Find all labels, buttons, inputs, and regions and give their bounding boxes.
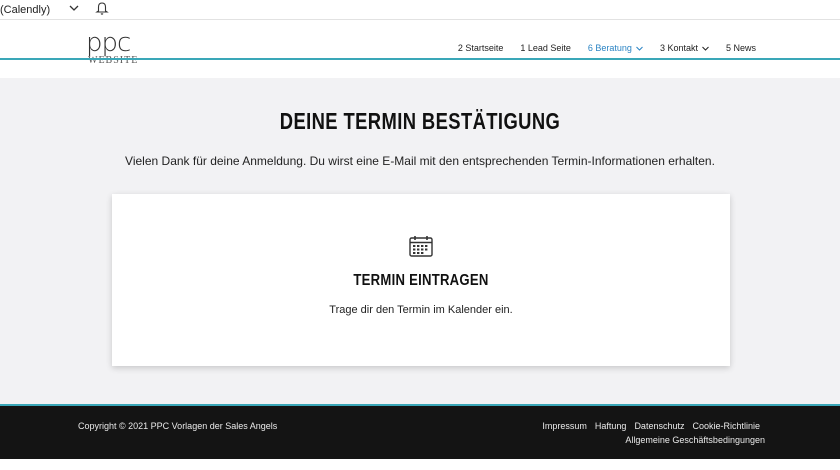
nav-item-beratung[interactable]: 6 Beratung bbox=[588, 43, 643, 53]
page-bottom bbox=[0, 459, 840, 470]
site-logo[interactable]: ppc WEBSITE bbox=[86, 30, 146, 68]
nav-label: 6 Beratung bbox=[587, 43, 632, 53]
footer-link-impressum[interactable]: Impressum bbox=[542, 421, 587, 431]
page-title: DEINE TERMIN BESTÄTIGUNG bbox=[279, 108, 561, 134]
chevron-down-icon bbox=[702, 46, 709, 51]
chevron-down-icon[interactable] bbox=[68, 1, 80, 15]
footer-links: Impressum Haftung Datenschutz Cookie-Ric… bbox=[534, 421, 760, 431]
footer-link-agb[interactable]: Allgemeine Geschäftsbedingungen bbox=[625, 435, 765, 445]
chevron-down-icon bbox=[636, 46, 643, 51]
browser-extension-bar: (Calendly) bbox=[0, 0, 840, 20]
site-footer: Copyright © 2021 PPC Vorlagen der Sales … bbox=[0, 406, 840, 459]
main-navigation: 2 Startseite 1 Lead Seite 6 Beratung 3 K… bbox=[441, 43, 756, 53]
nav-label: 2 Startseite bbox=[457, 43, 504, 53]
copyright-text: Copyright © 2021 PPC Vorlagen der Sales … bbox=[78, 421, 278, 431]
nav-item-news[interactable]: 5 News bbox=[726, 43, 756, 53]
bell-icon[interactable] bbox=[95, 0, 109, 16]
nav-item-lead-seite[interactable]: 1 Lead Seite bbox=[520, 43, 571, 53]
confirmation-message: Vielen Dank für deine Anmeldung. Du wirs… bbox=[125, 154, 715, 168]
context-label[interactable]: (Calendly) bbox=[0, 4, 50, 16]
nav-label: 3 Kontakt bbox=[659, 43, 698, 53]
nav-item-startseite[interactable]: 2 Startseite bbox=[458, 43, 504, 53]
logo-mark: ppc bbox=[86, 28, 131, 58]
footer-link-cookie-richtlinie[interactable]: Cookie-Richtlinie bbox=[692, 421, 760, 431]
nav-label: 5 News bbox=[725, 43, 756, 53]
card-description: Trage dir den Termin im Kalender ein. bbox=[329, 304, 513, 316]
add-to-calendar-card[interactable]: TERMIN EINTRAGEN Trage dir den Termin im… bbox=[112, 194, 730, 366]
footer-link-datenschutz[interactable]: Datenschutz bbox=[634, 421, 684, 431]
card-title: TERMIN EINTRAGEN bbox=[353, 272, 489, 289]
header-divider bbox=[0, 58, 840, 60]
calendar-icon bbox=[409, 236, 433, 257]
footer-link-haftung[interactable]: Haftung bbox=[595, 421, 627, 431]
nav-label: 1 Lead Seite bbox=[520, 43, 571, 53]
nav-item-kontakt[interactable]: 3 Kontakt bbox=[660, 43, 709, 53]
